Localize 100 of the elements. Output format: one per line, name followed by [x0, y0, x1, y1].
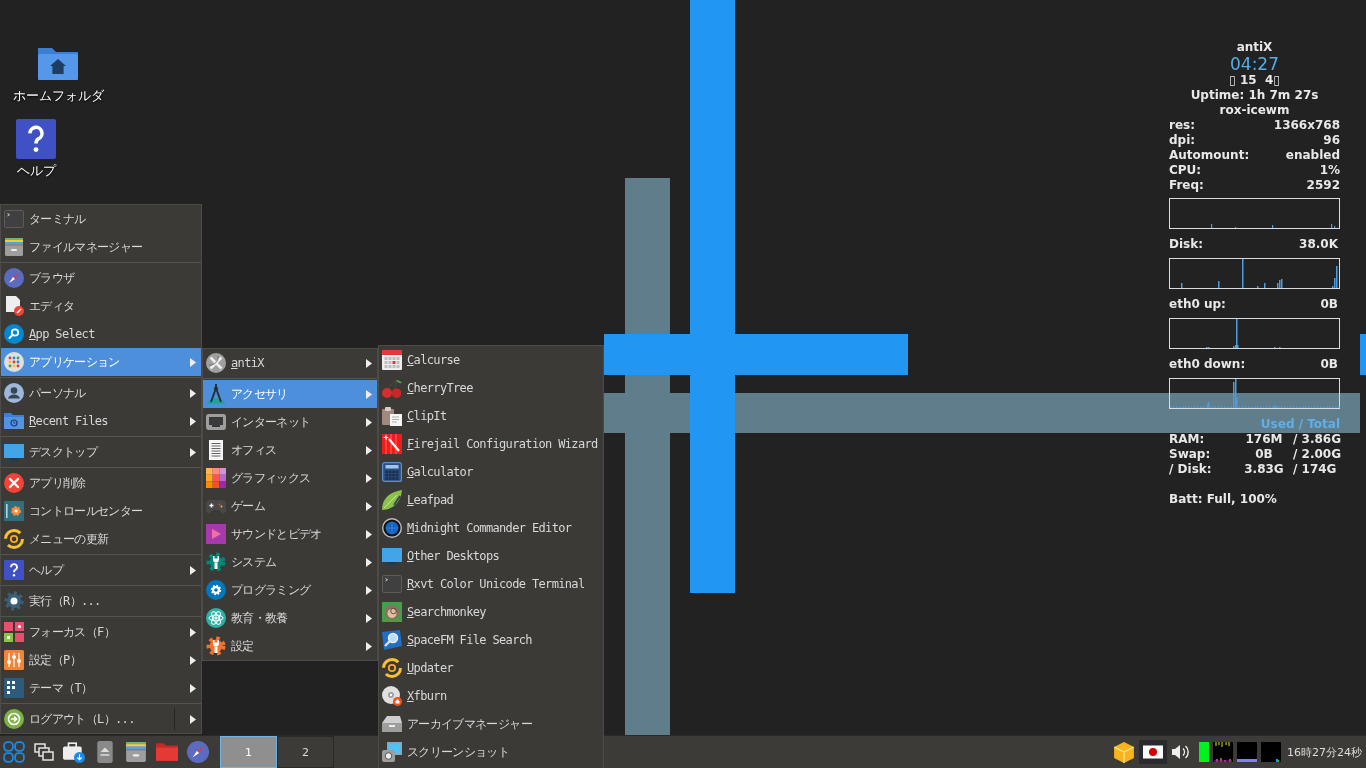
- disc-icon: [382, 686, 402, 706]
- usage-total: / 3.86G: [1293, 432, 1340, 447]
- cherry-icon: [382, 378, 402, 398]
- menu-item[interactable]: ファイルマネージャー: [1, 233, 201, 261]
- menu-item[interactable]: ターミナル: [1, 205, 201, 233]
- menu-item[interactable]: Searchmonkey: [379, 598, 603, 626]
- menu-item[interactable]: Midnight Commander Editor: [379, 514, 603, 542]
- battery-status: Batt: Full, 100%: [1169, 492, 1278, 507]
- windows-icon[interactable]: [34, 742, 54, 762]
- usage-used: 3.83G: [1243, 462, 1285, 477]
- menu-item[interactable]: Galculator: [379, 458, 603, 486]
- menu-item[interactable]: ヘルプ: [1, 556, 201, 584]
- menu-item[interactable]: システム: [203, 548, 377, 576]
- menu-item[interactable]: メニューの更新: [1, 525, 201, 553]
- menu-item[interactable]: Rxvt Color Unicode Terminal: [379, 570, 603, 598]
- workspace-button[interactable]: 2: [277, 736, 334, 768]
- menu-item[interactable]: インターネット: [203, 408, 377, 436]
- terminal-icon: [4, 209, 24, 229]
- date-text: ▯ 15 4▯: [1228, 73, 1281, 88]
- archive-icon: [382, 714, 402, 734]
- menu-item[interactable]: Other Desktops: [379, 542, 603, 570]
- start-menu-icon[interactable]: [3, 741, 25, 763]
- stat-label: dpi:: [1169, 133, 1196, 148]
- round-badge-icon: [382, 518, 402, 538]
- stat-value: 96: [1323, 133, 1340, 148]
- stat-value: 2592: [1306, 178, 1340, 193]
- monitor-label: Disk:: [1169, 237, 1203, 252]
- menu-item[interactable]: プログラミング: [203, 576, 377, 604]
- stat-value: 1366x768: [1273, 118, 1340, 133]
- compass-icon[interactable]: [187, 741, 209, 763]
- menu-item[interactable]: CherryTree: [379, 374, 603, 402]
- stat-label: Automount:: [1169, 148, 1250, 163]
- menu-item[interactable]: ログアウト（L）...: [1, 705, 201, 733]
- package-icon[interactable]: [1113, 741, 1135, 763]
- wallpaper-stripe: [1360, 334, 1366, 375]
- magic-wand-icon: [382, 434, 402, 454]
- menu-item[interactable]: Updater: [379, 654, 603, 682]
- color-palette-icon: [206, 468, 226, 488]
- activity-monitor-icon[interactable]: [1237, 742, 1257, 762]
- briefcase-download-icon[interactable]: [63, 741, 85, 763]
- menu-item[interactable]: 実行（R）...: [1, 587, 201, 615]
- monitor-value: 0B: [1320, 357, 1338, 372]
- menu-item[interactable]: コントロールセンター: [1, 497, 201, 525]
- tiles-icon: [4, 622, 24, 642]
- gear-icon: [4, 591, 24, 611]
- volume-icon[interactable]: [1171, 742, 1191, 762]
- stat-label: CPU:: [1169, 163, 1202, 178]
- drafting-compass-icon: [206, 384, 226, 404]
- app-grid-icon: [4, 352, 24, 372]
- monitor-value: 0B: [1320, 297, 1338, 312]
- flag-icon[interactable]: [1139, 740, 1167, 764]
- menu-item[interactable]: アーカイブマネージャー: [379, 710, 603, 738]
- menu-item[interactable]: ブラウザ: [1, 264, 201, 292]
- menu-item[interactable]: サウンドとビデオ: [203, 520, 377, 548]
- menu-item[interactable]: Leafpad: [379, 486, 603, 514]
- menu-item[interactable]: Xfburn: [379, 682, 603, 710]
- menu-item[interactable]: オフィス: [203, 436, 377, 464]
- remove-icon: [4, 473, 24, 493]
- desktop-icon-label[interactable]: ヘルプ: [16, 163, 56, 179]
- menu-item[interactable]: App Select: [1, 320, 201, 348]
- atom-icon: [206, 608, 226, 628]
- monitor-label: eth0 down:: [1169, 357, 1246, 372]
- menu-item[interactable]: ゲーム: [203, 492, 377, 520]
- terminal-icon: [382, 574, 402, 594]
- monitor-icon: [382, 546, 402, 566]
- usage-label: / Disk:: [1169, 462, 1213, 477]
- menu-item[interactable]: Firejail Configuration Wizard: [379, 430, 603, 458]
- help-icon: [4, 560, 24, 580]
- menu-item[interactable]: エディタ: [1, 292, 201, 320]
- menu-item[interactable]: 教育・教養: [203, 604, 377, 632]
- folder-icon[interactable]: [156, 741, 178, 763]
- stat-value: enabled: [1285, 148, 1340, 163]
- calculator-icon: [382, 462, 402, 482]
- menu-item[interactable]: 設定（P）: [1, 646, 201, 674]
- menu-item[interactable]: デスクトップ: [1, 438, 201, 466]
- menu-item[interactable]: SpaceFM File Search: [379, 626, 603, 654]
- menu-item[interactable]: Calcurse: [379, 346, 603, 374]
- menu-item[interactable]: Recent Files: [1, 407, 201, 435]
- menu-item[interactable]: antiX: [203, 349, 377, 377]
- uptime-text: Uptime: 1h 7m 27s: [1189, 88, 1320, 103]
- menu-item[interactable]: スクリーンショット: [379, 738, 603, 766]
- camera-icon: [382, 742, 402, 762]
- desktop-icon-label[interactable]: ホームフォルダ: [12, 88, 104, 104]
- menu-item[interactable]: パーソナル: [1, 379, 201, 407]
- sliders-icon: [4, 650, 24, 670]
- magnifier-icon: [382, 630, 402, 650]
- menu-item[interactable]: グラフィックス: [203, 464, 377, 492]
- file-cabinet-icon[interactable]: [125, 741, 147, 763]
- menu-item[interactable]: テーマ（T）: [1, 674, 201, 702]
- menu-item[interactable]: ClipIt: [379, 402, 603, 430]
- layout-icon: [4, 678, 24, 698]
- activity-monitor-icon[interactable]: [1213, 742, 1233, 762]
- leaf-pencil-icon: [382, 490, 402, 510]
- menu-item[interactable]: フォーカス（F）: [1, 618, 201, 646]
- menu-item[interactable]: 設定: [203, 632, 377, 660]
- eject-icon[interactable]: [94, 741, 116, 763]
- menu-item[interactable]: アプリ削除: [1, 469, 201, 497]
- help-icon[interactable]: [16, 119, 56, 159]
- play-icon: [206, 524, 226, 544]
- logout-icon: [4, 709, 24, 729]
